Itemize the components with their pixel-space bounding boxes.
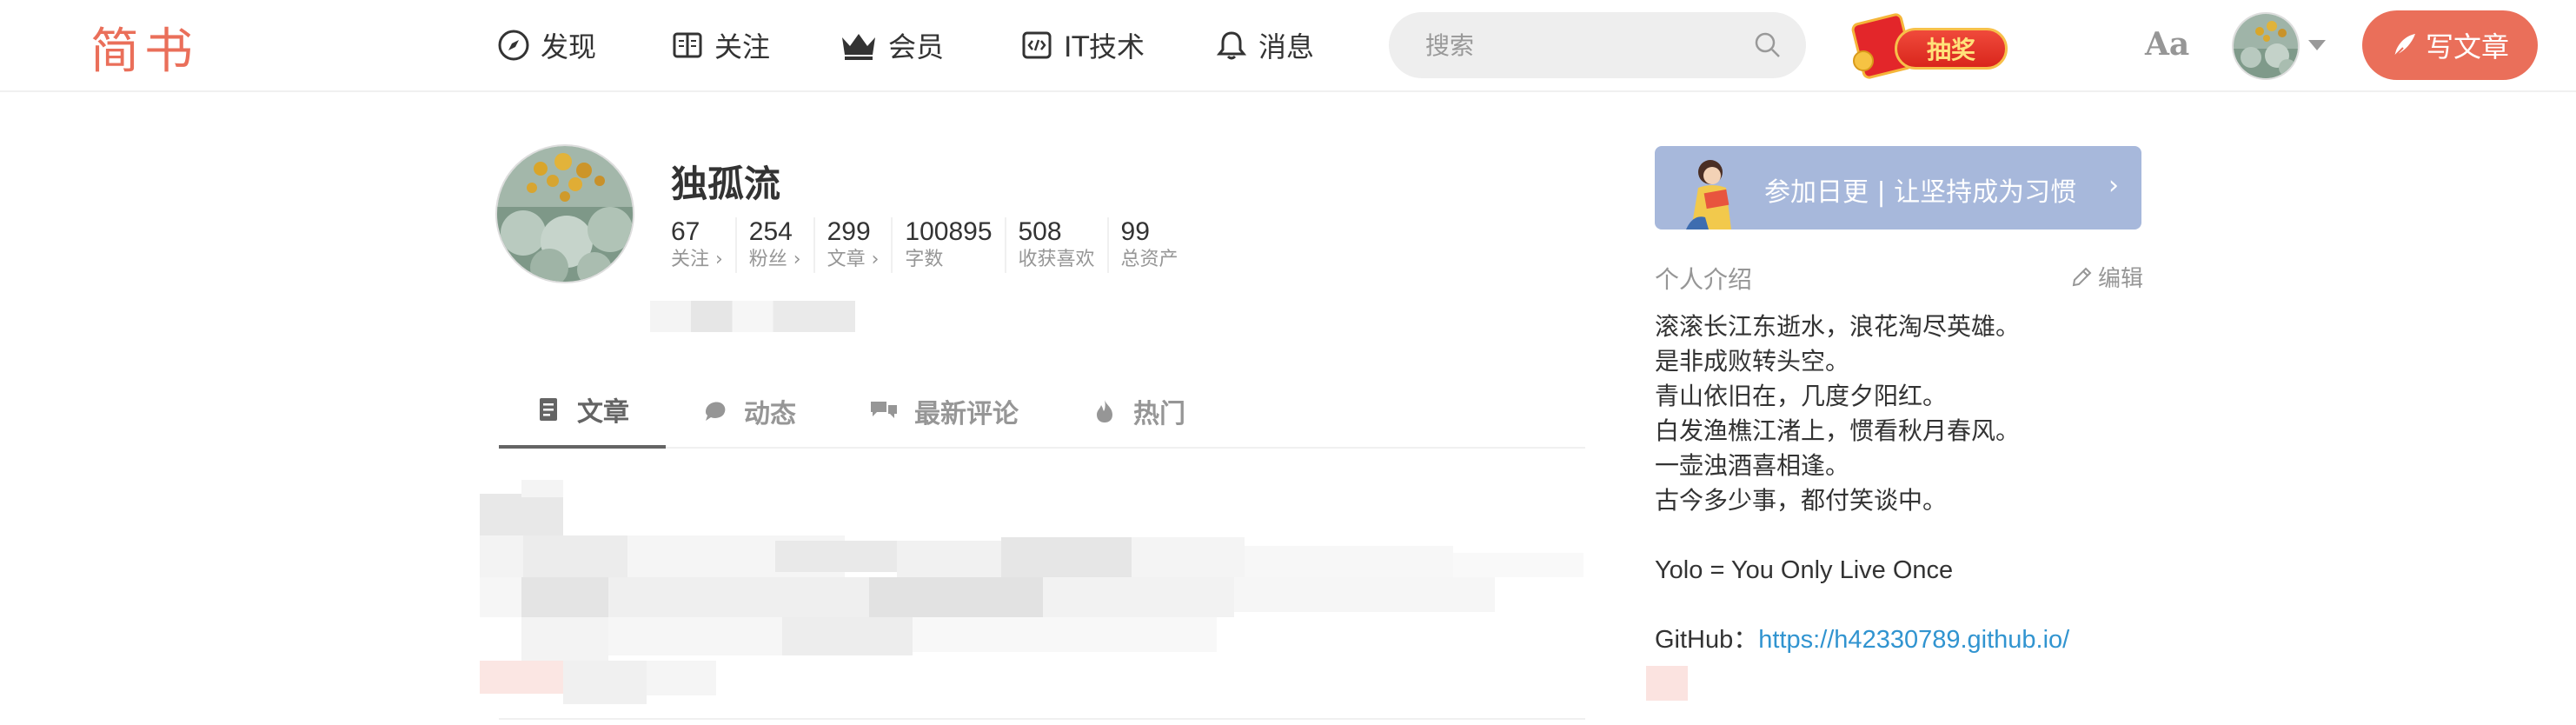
edit-label: 编辑 xyxy=(2098,266,2144,292)
profile-tabs: 文章 动态 最新评论 热门 xyxy=(499,374,1585,449)
tab-label: 动态 xyxy=(744,399,796,429)
girl-reading-illustration xyxy=(1686,160,1731,229)
profile-stats: 67 关注 › 254 粉丝 › 299 文章 › 100895 字数 508 … xyxy=(671,217,1191,273)
intro-line: 白发渔樵江渚上，惯看秋月春风。 xyxy=(1655,416,2021,445)
tab-articles[interactable]: 文章 xyxy=(499,374,666,449)
intro-github: GitHub：https://h42330789.github.io/ xyxy=(1655,622,2069,657)
stat-assets: 99 总资产 xyxy=(1106,217,1191,273)
tab-latest-comments[interactable]: 最新评论 xyxy=(833,374,1055,449)
github-label: GitHub： xyxy=(1655,626,1759,654)
edit-intro-button[interactable]: 编辑 xyxy=(2070,261,2143,293)
redacted-article-list xyxy=(480,480,1585,706)
feather-pen-icon xyxy=(2393,34,2415,57)
stat-label: 关注 › xyxy=(671,249,723,270)
github-link[interactable]: https://h42330789.github.io/ xyxy=(1758,626,2069,654)
top-navbar: 简书 发现 关注 会员 IT技术 消息 抽奖 Aa xyxy=(0,0,2576,92)
stat-word-count: 100895 字数 xyxy=(891,217,1004,273)
write-article-button[interactable]: 写文章 xyxy=(2362,10,2538,80)
stat-value: 100895 xyxy=(905,217,993,246)
book-icon xyxy=(673,32,702,58)
stat-label: 总资产 xyxy=(1120,249,1178,270)
stat-following[interactable]: 67 关注 › xyxy=(671,217,735,273)
redacted-content xyxy=(650,301,855,332)
tab-popular[interactable]: 热门 xyxy=(1055,374,1222,449)
nav-discover[interactable]: 发现 xyxy=(497,23,596,68)
search-box xyxy=(1389,12,1806,78)
lottery-label: 抽奖 xyxy=(1895,28,2008,70)
logo[interactable]: 简书 xyxy=(90,12,198,83)
tab-label: 文章 xyxy=(577,397,629,428)
stat-label: 文章 › xyxy=(827,249,880,270)
stat-label: 粉丝 › xyxy=(748,249,801,270)
profile-name: 独孤流 xyxy=(671,163,781,205)
stat-value: 254 xyxy=(748,217,793,246)
nav-vip[interactable]: 会员 xyxy=(840,23,944,68)
user-avatar-menu[interactable] xyxy=(2232,12,2300,80)
compass-icon xyxy=(498,30,529,61)
pencil-icon xyxy=(2072,267,2092,286)
stat-articles[interactable]: 299 文章 › xyxy=(813,217,892,273)
document-icon xyxy=(540,398,557,421)
bell-icon xyxy=(1216,31,1247,60)
daily-update-banner[interactable]: 参加日更 | 让坚持成为习惯 › xyxy=(1655,146,2141,229)
search-icon[interactable] xyxy=(1752,30,1783,61)
divider xyxy=(499,718,1585,720)
coin-icon xyxy=(1853,50,1874,71)
nav-it-tech-label: IT技术 xyxy=(1064,30,1145,63)
intro-line: 滚滚长江东逝水，浪花淘尽英雄。 xyxy=(1655,312,2021,341)
nav-messages-label: 消息 xyxy=(1258,30,1315,63)
tab-activity[interactable]: 动态 xyxy=(666,374,833,449)
nav-it-tech[interactable]: IT技术 xyxy=(1020,23,1145,68)
intro-motto: Yolo = You Only Live Once xyxy=(1655,556,1954,584)
crown-icon xyxy=(842,34,875,60)
intro-line: 一壶浊酒喜相逢。 xyxy=(1655,451,1850,480)
nav-follow-label: 关注 xyxy=(714,30,771,63)
comments-icon xyxy=(871,402,897,418)
banner-text: 参加日更 | 让坚持成为习惯 xyxy=(1764,177,2077,208)
intro-title: 个人介绍 xyxy=(1655,265,1753,294)
nav-messages[interactable]: 消息 xyxy=(1215,23,1314,68)
fire-icon xyxy=(1097,400,1112,422)
stat-label: 字数 xyxy=(905,249,944,270)
tab-label: 最新评论 xyxy=(914,399,1019,429)
font-size-toggle[interactable]: Aa xyxy=(2145,26,2189,63)
nav-discover-label: 发现 xyxy=(541,30,597,63)
stat-label: 收获喜欢 xyxy=(1018,249,1095,270)
stat-likes: 508 收获喜欢 xyxy=(1004,217,1107,273)
profile-avatar[interactable] xyxy=(495,144,634,283)
activity-icon xyxy=(706,402,726,421)
chevron-down-icon[interactable] xyxy=(2308,40,2326,50)
stat-followers[interactable]: 254 粉丝 › xyxy=(734,217,813,273)
code-icon xyxy=(1022,31,1052,59)
intro-line: 青山依旧在，几度夕阳红。 xyxy=(1655,382,1948,410)
tab-label: 热门 xyxy=(1133,399,1185,429)
search-input[interactable] xyxy=(1425,30,1738,60)
intro-line: 是非成败转头空。 xyxy=(1655,347,1850,376)
redacted-content xyxy=(1646,666,1688,701)
chevron-right-icon: › xyxy=(2108,170,2119,201)
nav-follow[interactable]: 关注 xyxy=(671,23,770,68)
write-article-label: 写文章 xyxy=(2425,30,2509,63)
stat-value: 508 xyxy=(1018,217,1062,246)
avatar-image xyxy=(497,146,633,282)
lottery-button[interactable]: 抽奖 xyxy=(1848,11,2013,81)
intro-text: 滚滚长江东逝水，浪花淘尽英雄。 是非成败转头空。 青山依旧在，几度夕阳红。 白发… xyxy=(1655,309,2069,657)
stat-value: 99 xyxy=(1120,217,1150,246)
avatar xyxy=(2234,14,2298,78)
stat-value: 67 xyxy=(671,217,700,246)
nav-vip-label: 会员 xyxy=(888,30,945,63)
intro-line: 古今多少事，都付笑谈中。 xyxy=(1655,486,1948,515)
stat-value: 299 xyxy=(827,217,871,246)
